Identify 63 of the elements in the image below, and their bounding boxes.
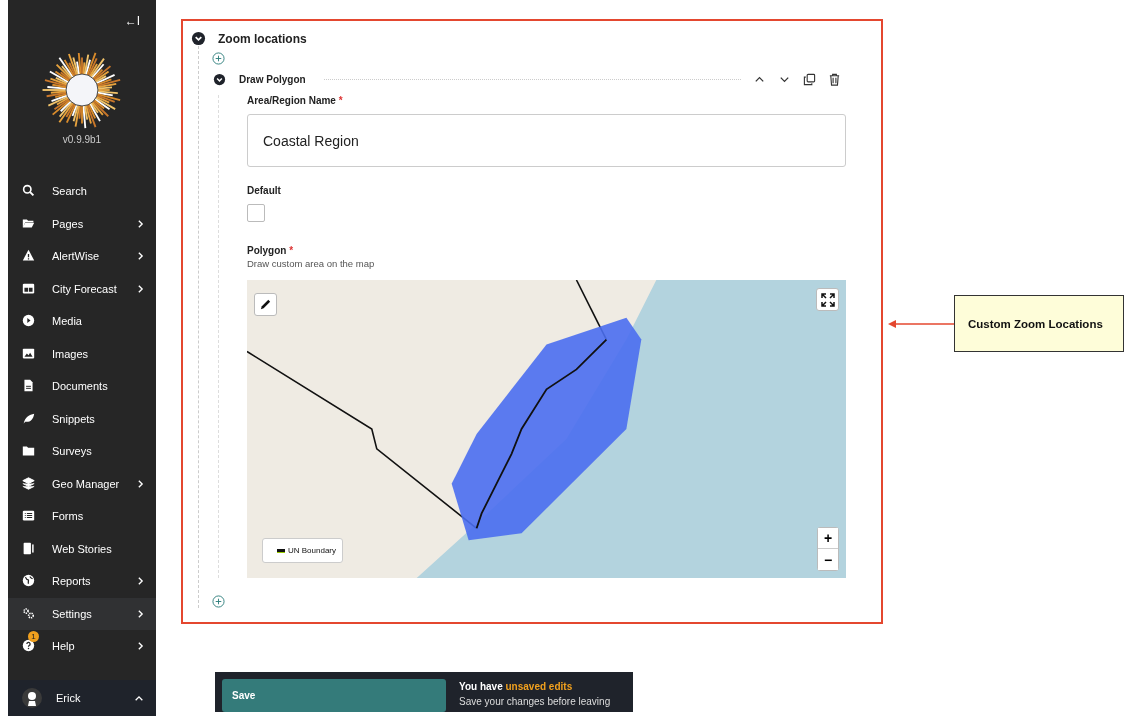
annotation-arrow: [888, 318, 954, 329]
sidebar-item[interactable]: Media: [8, 305, 156, 338]
play-icon: [22, 314, 35, 328]
unsaved-note: Save your changes before leaving: [459, 696, 611, 707]
folder-icon: [22, 444, 35, 458]
sidebar-item[interactable]: Surveys: [8, 435, 156, 468]
field-help-text: Draw custom area on the map: [247, 258, 376, 269]
sidebar-item[interactable]: Pages: [8, 207, 156, 240]
leaf-icon: [22, 411, 35, 425]
field-label: Default: [247, 185, 282, 196]
pencil-icon: [259, 298, 272, 311]
document-icon: [22, 379, 35, 393]
block-title: Draw Polygon: [239, 74, 306, 85]
add-block-icon[interactable]: [212, 595, 225, 608]
sidebar-item[interactable]: 1 Help: [8, 630, 156, 663]
sidebar-item[interactable]: Settings: [8, 597, 156, 630]
image-icon: [22, 346, 35, 360]
search-icon: [22, 184, 35, 198]
sidebar-item[interactable]: Documents: [8, 370, 156, 403]
collapse-toggle-icon[interactable]: [191, 31, 206, 46]
sidebar-item[interactable]: City Forecast: [8, 272, 156, 305]
add-block-icon[interactable]: [212, 52, 225, 65]
warning-icon: [22, 249, 35, 263]
sidebar-item[interactable]: Web Stories: [8, 532, 156, 565]
notification-badge: 1: [28, 631, 39, 643]
area-name-input[interactable]: Coastal Region: [247, 114, 846, 167]
version-label: v0.9.9b1: [61, 134, 103, 145]
sidebar-item[interactable]: Reports: [8, 565, 156, 598]
gears-icon: [22, 606, 35, 620]
collapse-toggle-icon[interactable]: [212, 72, 227, 87]
sidebar-item[interactable]: Images: [8, 337, 156, 370]
sidebar-item[interactable]: Forms: [8, 500, 156, 533]
user-menu[interactable]: Erick: [8, 680, 156, 716]
sidebar-item[interactable]: Geo Manager: [8, 467, 156, 500]
unsaved-message: You have unsaved edits: [459, 681, 574, 692]
duplicate-icon[interactable]: [803, 73, 816, 86]
table-icon: [22, 281, 35, 295]
globe-icon: [22, 574, 35, 588]
field-label: Polygon *: [247, 245, 295, 256]
required-mark: *: [338, 95, 343, 106]
annotation-callout: Custom Zoom Locations: [954, 295, 1124, 352]
fullscreen-button[interactable]: [816, 288, 839, 311]
help-icon: [22, 639, 35, 653]
zoom-in-button[interactable]: +: [818, 528, 838, 549]
legend-label: UN Boundary: [288, 546, 337, 555]
panel-title: Zoom locations: [218, 31, 307, 46]
chevron-up-icon: [134, 694, 144, 702]
avatar-icon: [22, 688, 42, 708]
edit-button[interactable]: [254, 293, 277, 316]
field-label: Area/Region Name *: [247, 95, 344, 106]
list-icon: [22, 509, 35, 523]
sidebar-item[interactable]: AlertWise: [8, 240, 156, 273]
sidebar-item[interactable]: Search: [8, 175, 156, 208]
save-button[interactable]: Save: [222, 679, 446, 712]
folder-icon: [22, 216, 35, 230]
required-mark: *: [289, 245, 294, 256]
book-icon: [22, 541, 35, 555]
sidebar-item[interactable]: Snippets: [8, 402, 156, 435]
delete-icon[interactable]: [828, 73, 841, 86]
layers-icon: [22, 476, 35, 490]
fullscreen-icon: [820, 292, 835, 307]
collapse-sidebar-button[interactable]: ←I: [124, 14, 140, 28]
default-checkbox[interactable]: [247, 204, 265, 222]
